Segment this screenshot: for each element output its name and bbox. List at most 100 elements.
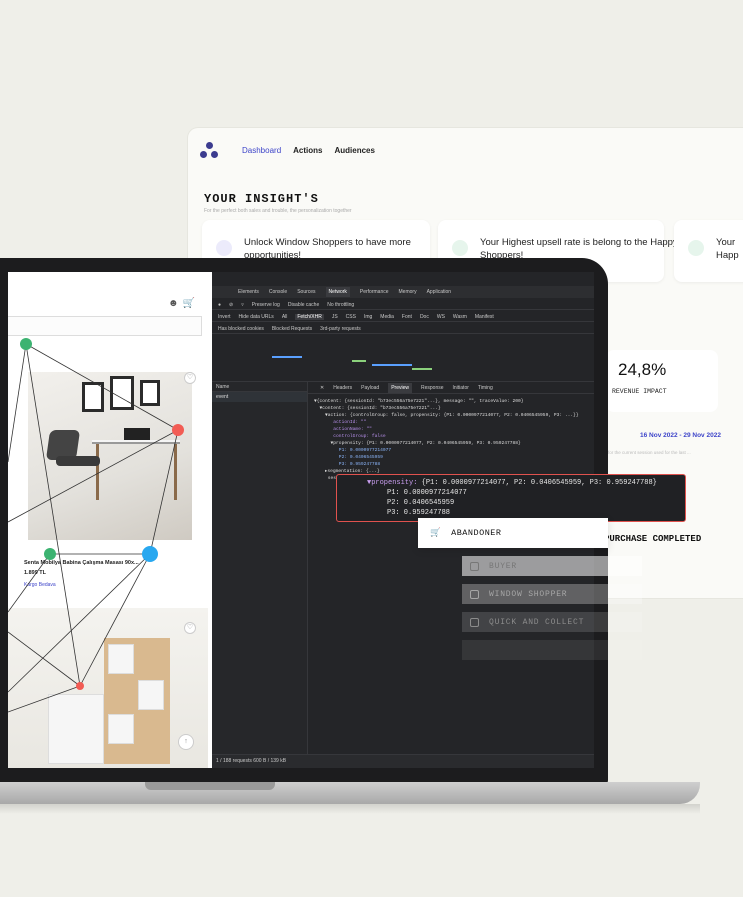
- propensity-zoom-callout: ▼propensity: {P1: 0.0000977214077, P2: 0…: [336, 474, 686, 522]
- sparkle-icon: [216, 240, 232, 256]
- timeline-bar: [412, 368, 432, 370]
- filter-js[interactable]: JS: [332, 314, 338, 320]
- propensity-key: ▼propensity:: [367, 479, 418, 487]
- rocket-icon: [452, 240, 468, 256]
- filter-manifest[interactable]: Manifest: [475, 314, 494, 320]
- json-line: controlGroup: false: [314, 434, 386, 439]
- name-column-header[interactable]: Name: [212, 382, 307, 392]
- invert-checkbox[interactable]: Invert: [218, 314, 231, 320]
- clear-icon[interactable]: ⊘: [229, 302, 233, 308]
- laptop-notch: [145, 782, 275, 790]
- graph-node: [76, 682, 84, 690]
- tab-headers[interactable]: Headers: [333, 385, 352, 391]
- filter-fetch[interactable]: Fetch/XHR: [295, 313, 324, 320]
- tab-network[interactable]: Network: [325, 287, 350, 297]
- json-line: ▼action: {controlGroup: false, propensit…: [314, 413, 579, 418]
- tab-application[interactable]: Application: [427, 289, 451, 295]
- graph-node: [142, 546, 158, 562]
- json-line: actionName: "": [314, 427, 372, 432]
- timeline-bar: [272, 356, 302, 358]
- tab-console[interactable]: Console: [269, 289, 287, 295]
- request-detail-tabs: ✕ Headers Payload Preview Response Initi…: [308, 382, 594, 394]
- network-status-bar: 1 / 188 requests 600 B / 139 kB: [212, 754, 594, 768]
- bag-icon: [470, 561, 479, 571]
- shop-page: ☻🛒 ♡ Senta Mobilya Babina Çalışma Masası…: [8, 272, 208, 768]
- propensity-value: {P1: 0.0000977214077, P2: 0.0406545959, …: [417, 479, 657, 487]
- disable-cache-checkbox[interactable]: Disable cache: [288, 302, 319, 308]
- tab-preview[interactable]: Preview: [388, 382, 412, 393]
- revenue-impact-card: 24,8% REVENUE IMPACT: [606, 350, 718, 412]
- request-list: Name event: [212, 382, 308, 754]
- json-line: ▼propensity: {P1: 0.0000977214077, P2: 0…: [314, 441, 521, 446]
- impact-label: REVENUE IMPACT: [612, 388, 667, 395]
- p3-value: P3: 0.959247788: [387, 509, 451, 517]
- filter-font[interactable]: Font: [402, 314, 412, 320]
- tab-sources[interactable]: Sources: [297, 289, 315, 295]
- timeline-bar: [372, 364, 412, 366]
- tab-performance[interactable]: Performance: [360, 289, 389, 295]
- close-icon[interactable]: ✕: [320, 385, 324, 391]
- blocked-cookies-checkbox[interactable]: Has blocked cookies: [218, 326, 264, 332]
- laptop-shadow: [0, 804, 700, 814]
- segment-quick-and-collect[interactable]: QUICK AND COLLECT: [462, 612, 642, 632]
- purchase-completed-label: PURCHASE COMPLETED: [604, 534, 702, 544]
- segment-label: BUYER: [489, 561, 518, 571]
- tab-memory[interactable]: Memory: [399, 289, 417, 295]
- nav-dashboard[interactable]: Dashboard: [242, 146, 281, 155]
- request-options-bar: Has blocked cookies Blocked Requests 3rd…: [212, 324, 594, 334]
- segment-label: WINDOW SHOPPER: [489, 589, 568, 599]
- network-toolbar: ● ⊘ ▿ Preserve log Disable cache No thro…: [212, 300, 594, 310]
- graph-node: [172, 424, 184, 436]
- filter-img[interactable]: Img: [364, 314, 372, 320]
- json-line: actionId: "": [314, 420, 367, 425]
- network-timeline[interactable]: [212, 338, 594, 382]
- filter-ws[interactable]: WS: [437, 314, 445, 320]
- p2-value: P2: 0.0406545959: [387, 499, 455, 507]
- json-preview[interactable]: ▼{content: {sessionId: "b73ec556a75e7221…: [314, 398, 579, 482]
- date-range[interactable]: 16 Nov 2022 - 29 Nov 2022: [640, 432, 721, 439]
- segment-window-shopper[interactable]: WINDOW SHOPPER: [462, 584, 642, 604]
- record-icon[interactable]: ●: [218, 302, 221, 308]
- window-icon: [470, 589, 479, 599]
- filter-doc[interactable]: Doc: [420, 314, 429, 320]
- json-line: P3: 0.959247788: [314, 462, 381, 467]
- tab-payload[interactable]: Payload: [361, 385, 379, 391]
- third-party-checkbox[interactable]: 3rd-party requests: [320, 326, 361, 332]
- impact-value: 24,8%: [618, 360, 667, 379]
- laptop-base: [0, 782, 700, 804]
- nav-actions[interactable]: Actions: [293, 146, 322, 155]
- graph-node: [20, 338, 32, 350]
- segment-buyer[interactable]: BUYER: [462, 556, 642, 576]
- request-row[interactable]: event: [212, 392, 307, 402]
- filter-bar: Invert Hide data URLs All Fetch/XHR JS C…: [212, 312, 594, 322]
- preserve-log-checkbox[interactable]: Preserve log: [252, 302, 280, 308]
- nav-audiences[interactable]: Audiences: [334, 146, 374, 155]
- brand-logo-icon: [200, 142, 220, 160]
- tab-initiator[interactable]: Initiator: [453, 385, 469, 391]
- filter-css[interactable]: CSS: [346, 314, 356, 320]
- cart-icon: 🛒: [430, 528, 442, 538]
- page-title: YOUR INSIGHT'S: [204, 192, 319, 206]
- tab-timing[interactable]: Timing: [478, 385, 493, 391]
- segment-label: QUICK AND COLLECT: [489, 617, 585, 627]
- json-line: P2: 0.0406545959: [314, 455, 383, 460]
- network-graph-overlay: [8, 338, 184, 713]
- segment-abandoner[interactable]: 🛒 ABANDONER: [418, 518, 608, 548]
- filter-wasm[interactable]: Wasm: [453, 314, 467, 320]
- tab-response[interactable]: Response: [421, 385, 444, 391]
- filter-media[interactable]: Media: [380, 314, 394, 320]
- tab-elements[interactable]: Elements: [238, 289, 259, 295]
- segment-placeholder[interactable]: [462, 640, 642, 660]
- timeline-bar: [352, 360, 366, 362]
- json-line: ▼content: {sessionId: "b73ec556a75e7221"…: [314, 406, 441, 411]
- blocked-requests-checkbox[interactable]: Blocked Requests: [272, 326, 312, 332]
- dashboard-nav: Dashboard Actions Audiences: [242, 146, 375, 155]
- json-line: P1: 0.0000977214077: [314, 448, 392, 453]
- throttling-select[interactable]: No throttling: [327, 302, 354, 308]
- graph-node: [44, 548, 56, 560]
- page-subtitle: For the perfect both sales and trouble, …: [204, 208, 352, 214]
- filter-icon[interactable]: ▿: [241, 302, 244, 308]
- filter-all[interactable]: All: [282, 314, 288, 320]
- hide-data-urls-checkbox[interactable]: Hide data URLs: [239, 314, 274, 320]
- insight-card[interactable]: Your Happ: [674, 220, 743, 282]
